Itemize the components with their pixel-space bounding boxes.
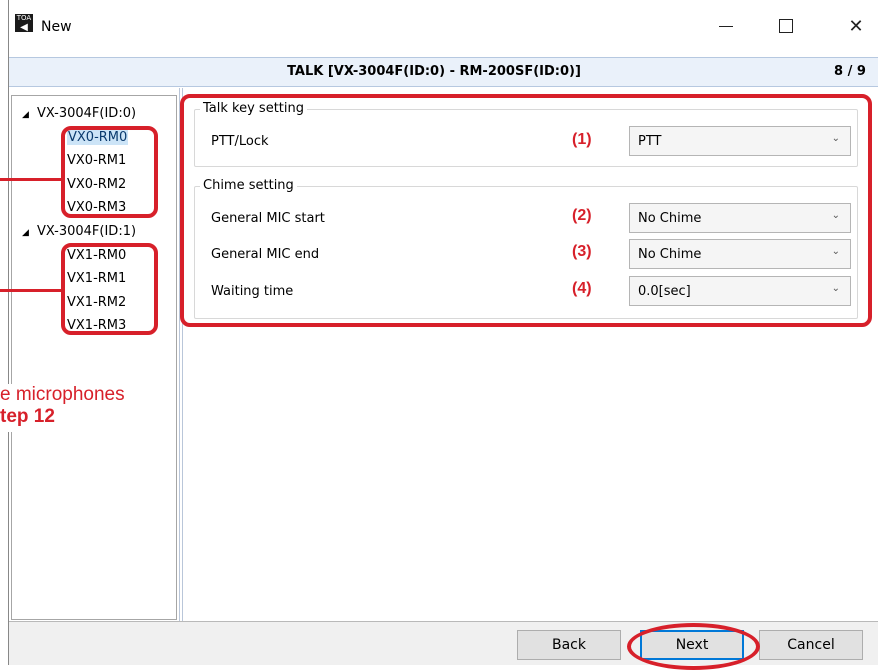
row-number-4: (4) [572, 280, 592, 297]
tree-item-label: VX1-RM3 [67, 318, 127, 334]
back-button[interactable]: Back [517, 630, 621, 660]
chevron-down-icon: ⌄ [831, 210, 840, 221]
talk-key-group-title: Talk key setting [200, 101, 307, 116]
general-mic-start-dropdown[interactable]: No Chime ⌄ [629, 203, 851, 233]
tree-node-device[interactable]: ◢ VX-3004F(ID:1) [22, 224, 136, 239]
step-header: TALK [VX-3004F(ID:0) - RM-200SF(ID:0)] 8… [9, 57, 878, 87]
annotation-line-1: e microphones [0, 384, 125, 405]
window-title: New [41, 19, 72, 35]
device-tree: ◢ VX-3004F(ID:0) VX0-RM0 VX0-RM1 VX0-RM2 VX0-… [11, 95, 177, 620]
step-title: TALK [VX-3004F(ID:0) - RM-200SF(ID:0)] [287, 64, 581, 79]
tree-node-label: VX-3004F(ID:1) [37, 224, 137, 239]
general-mic-end-dropdown[interactable]: No Chime ⌄ [629, 239, 851, 269]
tree-item-label: VX1-RM1 [67, 271, 127, 287]
ptt-lock-label: PTT/Lock [211, 134, 269, 149]
app-icon: TOA ◀ [15, 14, 33, 33]
dialog-window: TOA ◀ New ✕ TALK [VX-3004F(ID:0) - RM-20… [8, 0, 878, 665]
row-number-3: (3) [572, 243, 592, 260]
settings-panel: Talk key setting PTT/Lock (1) PTT ⌄ Chim… [184, 88, 878, 621]
annotation-line-2: tep 12 [0, 406, 55, 427]
annotation-callout-text: e microphones tep 12 [0, 384, 172, 432]
tree-item-microphone[interactable]: VX1-RM0 [67, 248, 126, 263]
next-button[interactable]: Next [640, 630, 744, 660]
title-bar: TOA ◀ New ✕ [9, 0, 878, 57]
row-number-1: (1) [572, 131, 592, 148]
chevron-down-icon: ⌄ [831, 283, 840, 294]
maximize-button[interactable] [771, 14, 801, 38]
waiting-time-label: Waiting time [211, 284, 294, 299]
tree-item-microphone[interactable]: VX0-RM1 [67, 153, 126, 168]
ptt-lock-dropdown[interactable]: PTT ⌄ [629, 126, 851, 156]
general-mic-start-value: No Chime [638, 211, 702, 226]
waiting-time-value: 0.0[sec] [638, 284, 691, 299]
tree-item-microphone[interactable]: VX1-RM2 [67, 295, 126, 310]
waiting-time-dropdown[interactable]: 0.0[sec] ⌄ [629, 276, 851, 306]
tree-item-label: VX1-RM0 [67, 247, 127, 263]
cancel-button[interactable]: Cancel [759, 630, 863, 660]
chime-group-title: Chime setting [200, 178, 297, 193]
collapse-toggle-icon[interactable]: ◢ [22, 110, 30, 120]
panel-splitter[interactable] [179, 88, 180, 621]
tree-item-microphone[interactable]: VX0-RM2 [67, 177, 126, 192]
button-bar [9, 621, 878, 665]
tree-item-microphone[interactable]: VX1-RM1 [67, 271, 126, 286]
minimize-button[interactable] [711, 14, 741, 38]
tree-item-label: VX0-RM2 [67, 176, 127, 192]
tree-item-microphone[interactable]: VX0-RM0 [67, 129, 129, 145]
tree-item-microphone[interactable]: VX1-RM3 [67, 318, 126, 333]
general-mic-end-label: General MIC end [211, 247, 320, 262]
close-button[interactable]: ✕ [841, 14, 871, 38]
row-number-2: (2) [572, 207, 592, 224]
close-icon: ✕ [848, 15, 864, 37]
tree-item-label: VX0-RM3 [67, 200, 127, 216]
speaker-icon: ◀ [20, 22, 28, 33]
tree-node-device[interactable]: ◢ VX-3004F(ID:0) [22, 106, 136, 121]
annotation-leader-vx1 [0, 289, 63, 292]
ptt-lock-value: PTT [638, 134, 662, 149]
general-mic-end-value: No Chime [638, 247, 702, 262]
tree-item-microphone[interactable]: VX0-RM3 [67, 200, 126, 215]
page-counter: 8 / 9 [834, 64, 866, 79]
collapse-toggle-icon[interactable]: ◢ [22, 228, 30, 238]
tree-item-label: VX0-RM1 [67, 153, 127, 169]
tree-item-label: VX0-RM0 [67, 129, 129, 145]
chevron-down-icon: ⌄ [831, 246, 840, 257]
tree-item-label: VX1-RM2 [67, 294, 127, 310]
panel-divider [182, 88, 183, 621]
chevron-down-icon: ⌄ [831, 133, 840, 144]
tree-node-label: VX-3004F(ID:0) [37, 106, 137, 121]
annotation-leader-vx0 [0, 178, 63, 181]
general-mic-start-label: General MIC start [211, 211, 325, 226]
